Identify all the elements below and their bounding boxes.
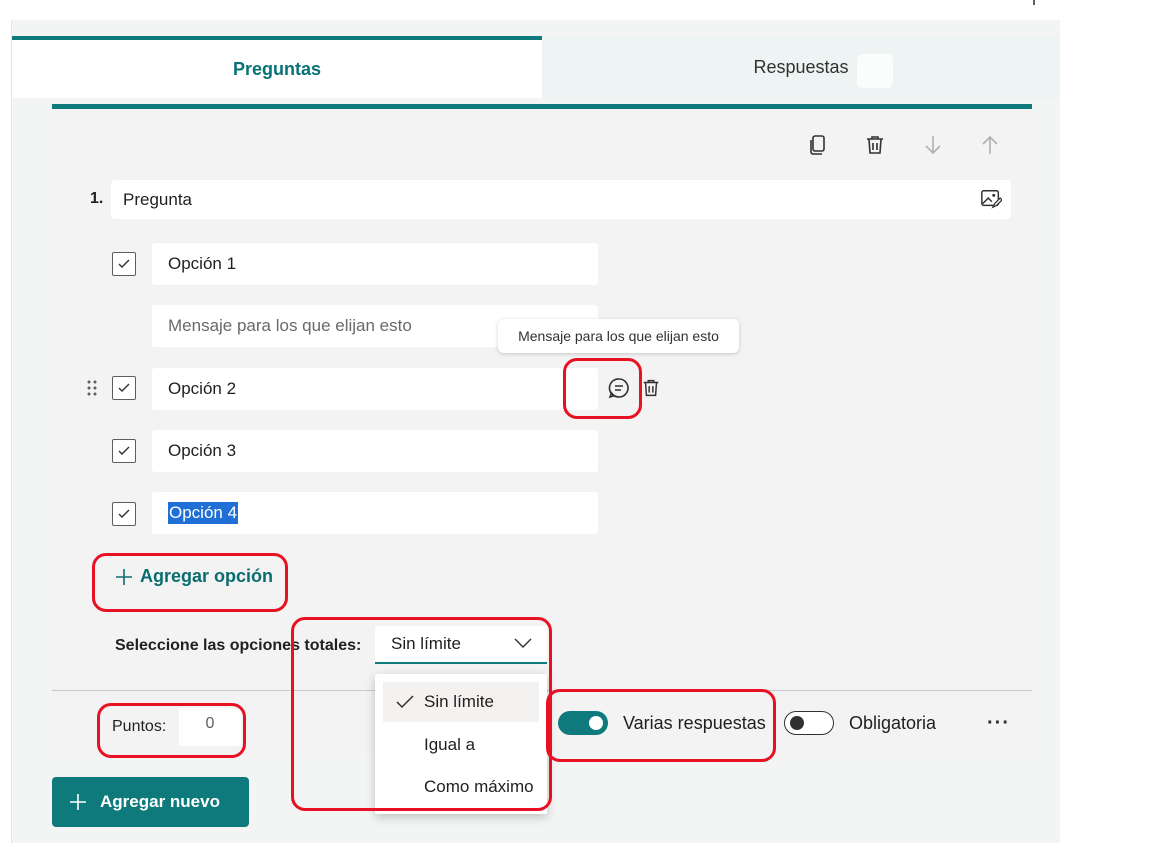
checkmark-icon [118, 509, 130, 518]
option-4-label: Opción 4 [168, 502, 239, 524]
option-3-input[interactable]: Opción 3 [152, 430, 598, 472]
tab-questions[interactable]: Preguntas [12, 36, 542, 98]
responses-badge [857, 54, 893, 88]
question-title-input[interactable]: Pregunta [111, 180, 1011, 219]
checkmark-icon [118, 446, 130, 455]
required-label: Obligatoria [849, 713, 937, 733]
option-message-placeholder: Mensaje para los que elijan esto [168, 316, 412, 335]
tab-bar: Preguntas Respuestas [12, 36, 1060, 98]
option-2-checkbox[interactable] [112, 376, 136, 400]
plus-icon [70, 794, 86, 810]
delete-question-icon[interactable] [863, 133, 887, 157]
tab-responses[interactable]: Respuestas [542, 36, 1060, 98]
toggle-knob [790, 716, 804, 730]
checkmark-icon [118, 259, 130, 268]
checkmark-icon [118, 383, 130, 392]
tab-questions-label: Preguntas [232, 58, 322, 79]
highlight-comment-box [563, 358, 642, 419]
move-down-icon[interactable] [921, 133, 945, 157]
highlight-select-total-box [291, 617, 552, 811]
left-divider [11, 20, 12, 843]
highlight-multiple-answers-box [546, 689, 776, 762]
option-1-label: Opción 1 [168, 254, 237, 273]
top-strip-mark [1033, 0, 1035, 5]
option-3-checkbox[interactable] [112, 439, 136, 463]
add-new-button[interactable]: Agregar nuevo [52, 777, 249, 827]
add-new-label: Agregar nuevo [100, 792, 220, 811]
tab-responses-label: Respuestas [753, 56, 849, 77]
move-up-icon[interactable] [978, 133, 1002, 157]
question-title-text: Pregunta [123, 189, 192, 209]
tooltip-text: Mensaje para los que elijan esto [518, 328, 719, 344]
message-tooltip: Mensaje para los que elijan esto [498, 319, 739, 353]
required-toggle[interactable] [784, 711, 834, 735]
highlight-add-option-box [92, 553, 288, 612]
question-number: 1. [90, 190, 104, 207]
top-strip [0, 0, 1060, 20]
insert-media-icon[interactable] [980, 188, 1002, 210]
option-1-checkbox[interactable] [112, 252, 136, 276]
option-4-input[interactable]: Opción 4 [152, 492, 598, 534]
delete-option-icon[interactable] [640, 376, 662, 400]
option-4-checkbox[interactable] [112, 502, 136, 526]
more-options-icon[interactable]: ··· [987, 712, 1010, 735]
option-1-input[interactable]: Opción 1 [152, 243, 598, 285]
highlight-points-box [97, 703, 246, 758]
drag-handle-icon[interactable] [86, 379, 98, 397]
option-3-label: Opción 3 [168, 441, 237, 460]
copy-icon[interactable] [806, 133, 830, 157]
option-2-input[interactable]: Opción 2 [152, 368, 598, 410]
option-2-label: Opción 2 [168, 379, 237, 398]
